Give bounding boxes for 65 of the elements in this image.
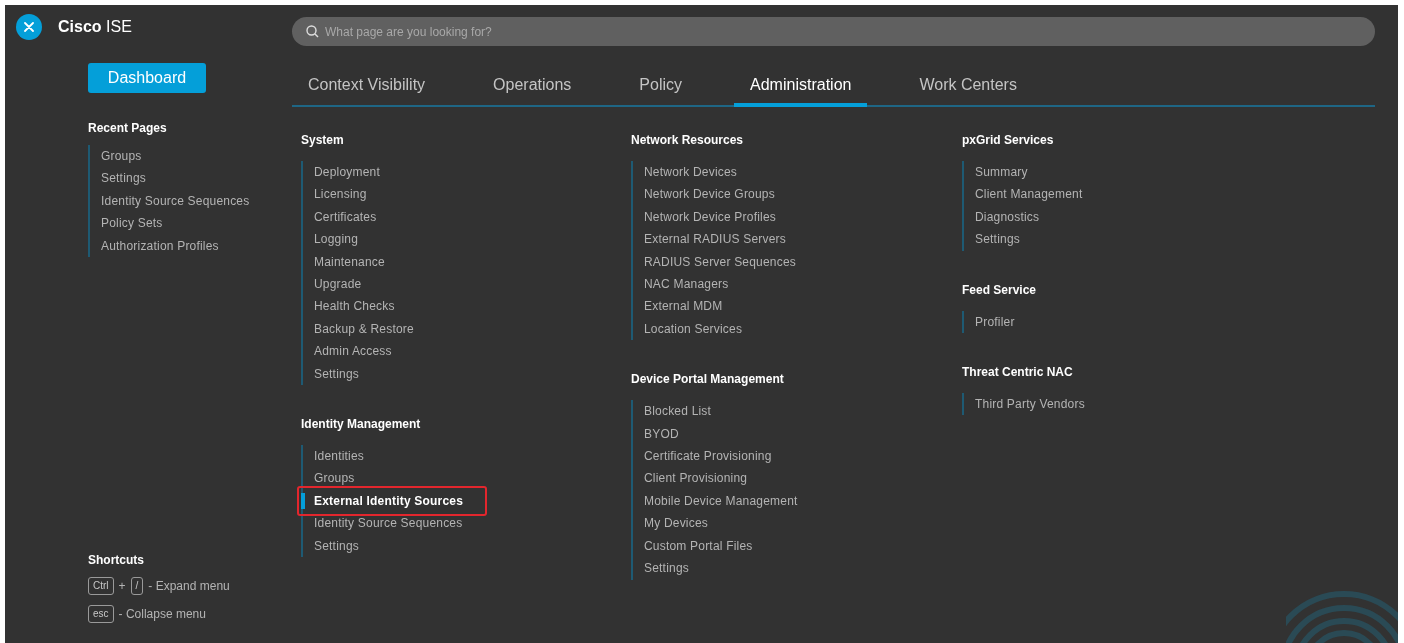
section-title: Device Portal Management <box>631 372 785 387</box>
section-title: Network Resources <box>631 133 745 147</box>
shortcut-description: - Collapse menu <box>118 607 206 621</box>
shortcut-description: - Expand menu <box>148 579 230 593</box>
section-title: Recent Pages <box>88 121 168 135</box>
nav-tab[interactable]: Context Visibility <box>292 70 442 107</box>
menu-link[interactable]: Admin Access <box>303 340 392 363</box>
section-title: Feed Service <box>962 282 1038 297</box>
menu-link[interactable]: Certificate Provisioning <box>633 445 772 468</box>
menu-link[interactable]: Diagnostics <box>964 205 1040 229</box>
menu-link[interactable]: Network Device Profiles <box>633 205 776 229</box>
menu-link[interactable]: Maintenance <box>303 250 385 274</box>
menu-link[interactable]: Health Checks <box>303 295 395 318</box>
menu-link[interactable]: External RADIUS Servers <box>633 228 786 251</box>
plus-sign: + <box>118 579 126 593</box>
menu-link[interactable]: Certificates <box>303 205 377 229</box>
menu-link[interactable]: Client Provisioning <box>633 467 748 490</box>
menu-link[interactable]: Logging <box>303 228 359 251</box>
nav-tab[interactable]: Work Centers <box>903 70 1033 107</box>
menu-link[interactable]: Upgrade <box>303 273 362 296</box>
menu-link[interactable]: Settings <box>633 557 689 580</box>
section-title: Shortcuts <box>88 553 145 567</box>
recent-page-link[interactable]: Settings <box>90 167 146 190</box>
menu-link[interactable]: NAC Managers <box>633 273 729 296</box>
menu-link[interactable]: Backup & Restore <box>303 317 414 341</box>
menu-link[interactable]: Blocked List <box>633 400 712 423</box>
menu-link[interactable]: Client Management <box>964 183 1083 206</box>
key-cap: esc <box>88 605 114 623</box>
menu-link[interactable]: External Identity Sources <box>297 485 488 517</box>
menu-link[interactable]: Settings <box>964 228 1020 251</box>
nav-tab[interactable]: Policy <box>623 70 699 107</box>
key-cap: / <box>130 577 144 595</box>
nav-tab[interactable]: Administration <box>734 70 868 107</box>
key-cap: Ctrl <box>88 577 114 595</box>
menu-link[interactable]: Licensing <box>303 183 367 206</box>
menu-link[interactable]: Network Device Groups <box>633 183 775 206</box>
menu-link[interactable]: Settings <box>303 534 359 558</box>
close-button[interactable] <box>16 13 42 40</box>
menu-link[interactable]: Third Party Vendors <box>964 393 1085 416</box>
close-icon <box>24 21 34 32</box>
section-title: System <box>301 133 345 147</box>
section-title: pxGrid Services <box>962 133 1055 147</box>
menu-link[interactable]: BYOD <box>633 422 679 446</box>
menu-link[interactable]: My Devices <box>633 512 708 535</box>
menu-link[interactable]: Location Services <box>633 317 743 341</box>
menu-link[interactable]: External MDM <box>633 295 723 318</box>
search-icon <box>306 25 319 38</box>
recent-page-link[interactable]: Groups <box>90 145 142 168</box>
app-title: Cisco ISE <box>58 17 132 36</box>
menu-link[interactable]: Settings <box>303 362 359 386</box>
menu-link[interactable]: Network Devices <box>633 161 738 184</box>
menu-link[interactable]: Custom Portal Files <box>633 534 753 558</box>
menu-link[interactable]: Mobile Device Management <box>633 489 798 513</box>
recent-page-link[interactable]: Identity Source Sequences <box>90 189 250 213</box>
menu-link[interactable]: RADIUS Server Sequences <box>633 250 796 274</box>
nav-tab[interactable]: Operations <box>477 70 588 107</box>
menu-link[interactable]: Identities <box>303 445 365 468</box>
section-title: Threat Centric NAC <box>962 365 1074 380</box>
menu-link[interactable]: Summary <box>964 161 1028 184</box>
section-title: Identity Management <box>301 417 422 432</box>
menu-link[interactable]: Profiler <box>964 310 1015 334</box>
search-field[interactable]: What page are you looking for? <box>292 17 1375 46</box>
menu-link[interactable]: Deployment <box>303 161 381 184</box>
recent-page-link[interactable]: Policy Sets <box>90 212 163 235</box>
recent-page-link[interactable]: Authorization Profiles <box>90 234 219 258</box>
